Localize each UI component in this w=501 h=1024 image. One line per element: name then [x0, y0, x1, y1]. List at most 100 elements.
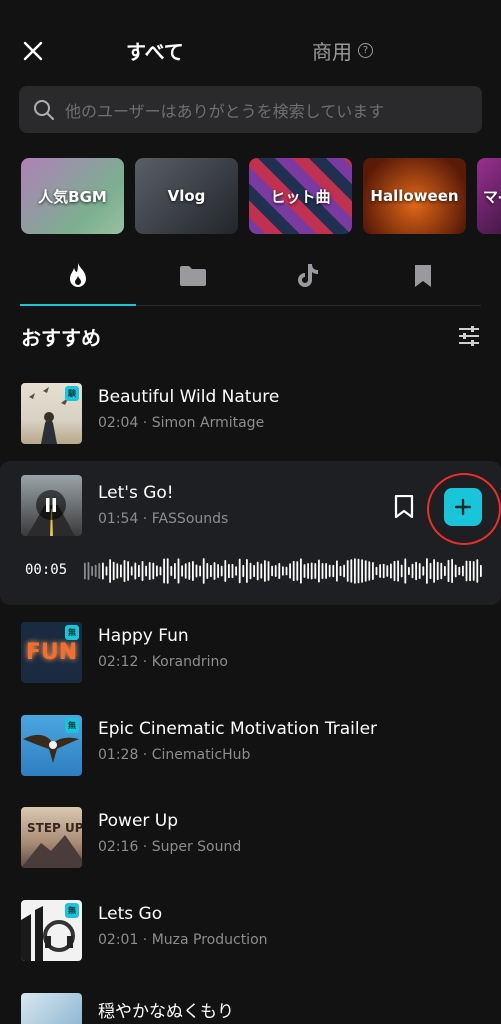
category-label: Vlog — [167, 187, 206, 205]
track-title: Let's Go! — [98, 483, 174, 503]
waveform-bar — [472, 561, 475, 581]
bookmark-outline-icon[interactable] — [394, 495, 414, 519]
track-thumbnail — [21, 475, 82, 536]
category-card[interactable]: マ- — [477, 158, 501, 234]
waveform-bar — [386, 565, 389, 577]
waveform-bar — [156, 565, 158, 577]
category-label: 人気BGM — [38, 187, 107, 206]
waveform-bar — [141, 560, 144, 582]
tab-folder[interactable] — [135, 256, 250, 296]
category-carousel: 人気BGM Vlog ヒット曲 Halloween マ- — [21, 158, 501, 234]
category-card[interactable]: Halloween — [363, 158, 466, 234]
waveform-bar — [253, 564, 255, 578]
waveform-bar — [328, 564, 331, 578]
waveform-bar — [476, 559, 479, 583]
waveform-bar — [404, 558, 407, 584]
bookmark-icon — [415, 265, 432, 287]
waveform-bar — [364, 560, 367, 582]
track-meta: 02:04 · Simon Armitage — [98, 415, 265, 431]
active-tab-indicator — [20, 304, 136, 306]
waveform-bar — [163, 558, 165, 584]
waveform-bar — [260, 563, 263, 579]
waveform-bar — [112, 561, 115, 581]
waveform-bar — [382, 563, 385, 579]
waveform-bar — [447, 559, 450, 583]
waveform-bar — [127, 561, 129, 581]
waveform-bar — [336, 560, 338, 582]
help-icon[interactable]: ? — [358, 43, 373, 58]
search-placeholder: 他のユーザーはありがとうを検索しています — [65, 101, 385, 121]
track-row[interactable]: 穏やかなぬくもり — [0, 979, 501, 1024]
track-row[interactable]: FUN 無 Happy Fun 02:12 · Korandrino — [0, 608, 501, 700]
add-track-button[interactable] — [444, 488, 482, 526]
waveform-bar — [303, 564, 306, 578]
category-card[interactable]: 人気BGM — [21, 158, 124, 234]
waveform-bar — [120, 564, 122, 578]
flame-icon — [69, 263, 86, 287]
search-icon — [34, 99, 54, 120]
tab-all[interactable]: すべて — [126, 36, 184, 65]
waveform-bar — [224, 560, 227, 582]
track-meta: 02:01 · Muza Production — [98, 932, 268, 948]
track-meta: 02:16 · Super Sound — [98, 839, 242, 855]
waveform-bar — [462, 565, 464, 577]
waveform-bar — [282, 566, 284, 576]
waveform-bar — [458, 566, 461, 576]
waveform-bar — [98, 563, 101, 579]
category-card[interactable]: Vlog — [135, 158, 238, 234]
waveform-bar — [436, 561, 439, 581]
waveform-bar — [451, 558, 453, 584]
tab-trending[interactable] — [20, 256, 135, 296]
waveform-bar — [422, 566, 425, 576]
category-card[interactable]: ヒット曲 — [249, 158, 352, 234]
status-badge: 無 — [65, 903, 79, 918]
waveform-bar — [426, 558, 428, 584]
waveform-bar — [343, 564, 345, 578]
waveform-scrubber[interactable] — [20, 557, 485, 585]
waveform-bar — [181, 565, 183, 577]
track-row[interactable]: 無 Epic Cinematic Motivation Trailer 01:2… — [0, 701, 501, 793]
waveform-bar — [206, 562, 209, 580]
tiktok-icon — [298, 264, 319, 287]
track-thumbnail — [21, 993, 82, 1024]
waveform-bar — [246, 559, 248, 583]
tab-tiktok[interactable] — [251, 256, 366, 296]
track-title: Power Up — [98, 811, 179, 831]
waveform-bar — [408, 566, 410, 576]
waveform-bar — [264, 560, 266, 582]
search-input[interactable]: 他のユーザーはありがとうを検索しています — [19, 86, 482, 133]
waveform-bar — [444, 565, 446, 577]
waveform-bar — [174, 563, 176, 579]
waveform-bar — [217, 564, 219, 578]
tab-commercial-label: 商用 — [312, 40, 352, 64]
track-row[interactable]: STEP UP Power Up 02:16 · Super Sound — [0, 793, 501, 885]
status-badge: 無 — [65, 718, 79, 733]
track-thumbnail: 験 — [21, 383, 82, 444]
waveform-bar — [256, 561, 259, 581]
waveform-bar — [411, 563, 414, 579]
waveform-bar — [267, 561, 270, 581]
waveform-bar — [469, 560, 471, 582]
track-meta: 01:54 · FASSounds — [98, 511, 229, 527]
waveform-bar — [109, 559, 111, 583]
waveform-bar — [346, 560, 349, 582]
waveform-bar — [357, 558, 360, 584]
track-row[interactable]: 無 Lets Go 02:01 · Muza Production — [0, 886, 501, 978]
track-row-expanded[interactable]: Let's Go! 01:54 · FASSounds 00:05 — [0, 461, 501, 605]
waveform-bar — [213, 562, 216, 580]
waveform-bar — [296, 561, 299, 581]
pause-button[interactable] — [36, 490, 66, 520]
tab-bookmarks[interactable] — [366, 256, 481, 296]
waveform-bar — [300, 558, 302, 584]
waveform-bar — [159, 566, 162, 576]
waveform-bar — [166, 558, 169, 584]
track-row[interactable]: 験 Beautiful Wild Nature 02:04 · Simon Ar… — [0, 369, 501, 461]
waveform-bar — [235, 566, 237, 576]
tab-commercial[interactable]: 商用 ? — [312, 36, 373, 65]
pause-icon — [46, 498, 56, 512]
close-icon[interactable] — [18, 36, 48, 66]
filter-icon[interactable] — [458, 326, 480, 346]
waveform-bar — [321, 562, 324, 580]
waveform-bar — [429, 562, 432, 580]
waveform-bar — [433, 559, 435, 583]
